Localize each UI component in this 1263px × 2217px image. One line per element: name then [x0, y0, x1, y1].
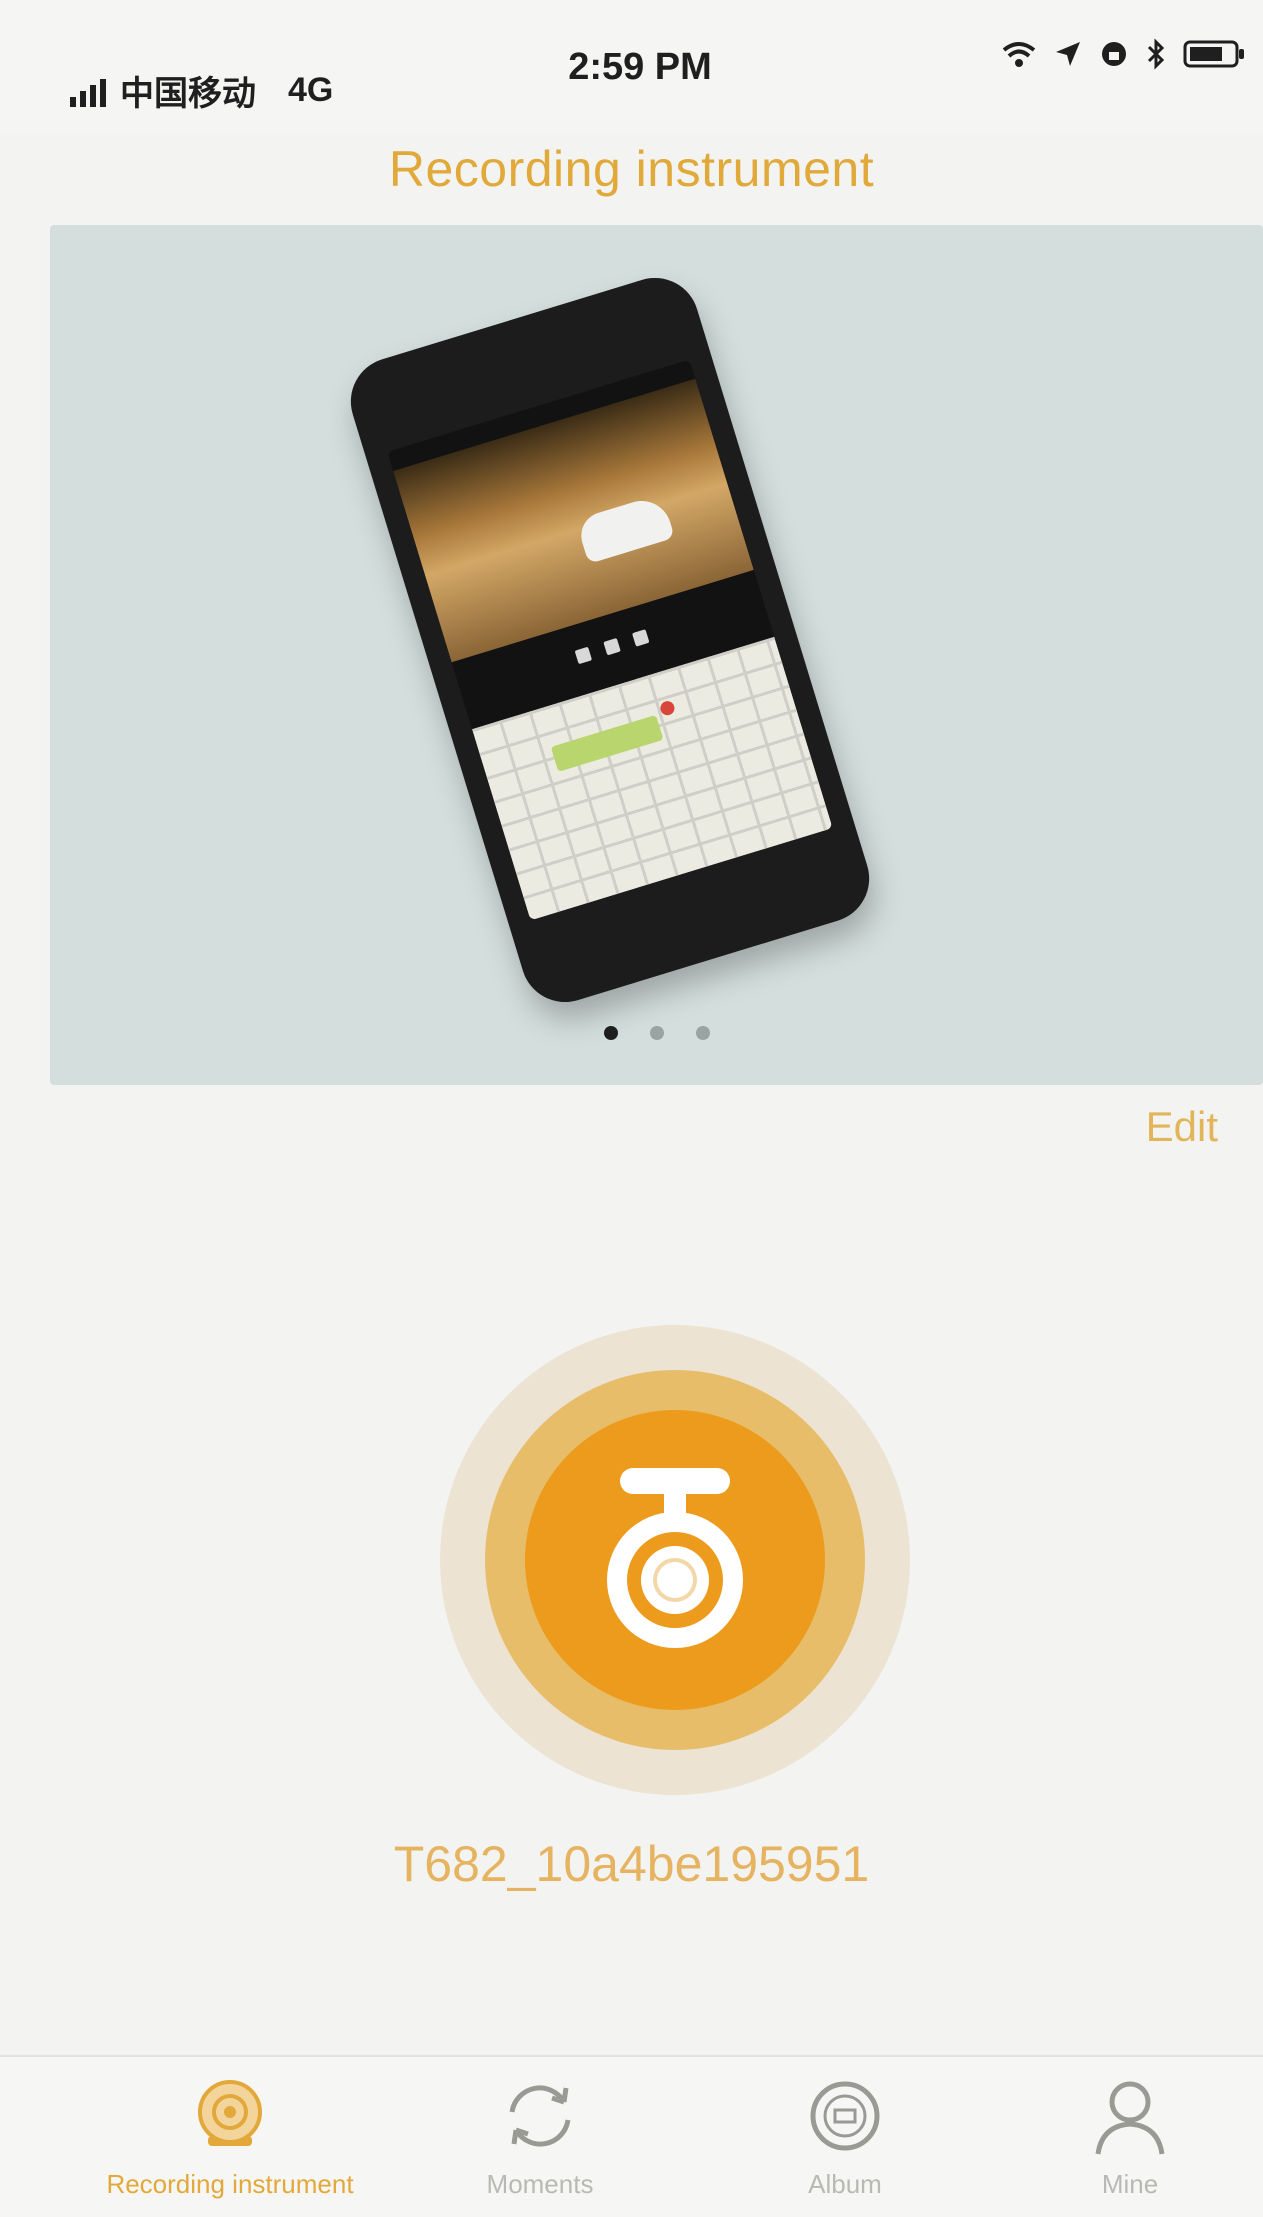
- carousel-dot-1[interactable]: [603, 1026, 618, 1040]
- wifi-icon: [1002, 42, 1036, 67]
- location-arrow-icon: [1056, 42, 1080, 66]
- device-button[interactable]: [440, 1325, 910, 1795]
- battery-icon: [1183, 40, 1244, 68]
- tab-label: Mine: [1101, 2169, 1159, 2199]
- page-title: Recording instrument: [388, 141, 875, 197]
- status-left: 中国移动 4G: [70, 66, 333, 115]
- status-bar: 中国移动 4G 2:59 PM: [0, 0, 1263, 135]
- bluetooth-icon: [1147, 38, 1165, 70]
- network-type: 4G: [288, 71, 334, 109]
- device-ring-middle: [485, 1370, 865, 1750]
- carousel-dot-2[interactable]: [649, 1026, 664, 1040]
- person-icon: [1095, 2081, 1165, 2155]
- phone-screen: [387, 359, 833, 921]
- status-right: [1001, 38, 1247, 70]
- lock-rotation-icon: [1102, 42, 1126, 66]
- edit-button[interactable]: Edit: [1146, 1103, 1218, 1151]
- tab-label: Moments: [486, 2169, 594, 2199]
- tab-album[interactable]: Album: [715, 2057, 975, 2217]
- banner-phone-image: [339, 267, 881, 1013]
- carrier-name: 中国移动: [120, 75, 256, 113]
- device-name[interactable]: T682_10a4be195951: [0, 1835, 1263, 1893]
- tab-moments[interactable]: Moments: [410, 2057, 670, 2217]
- device-ring-inner: [525, 1410, 825, 1710]
- tab-recording-instrument[interactable]: Recording instrument: [70, 2057, 390, 2217]
- bottom-tab-bar: Recording instrument Moments Album Mine: [0, 2055, 1263, 2217]
- carousel-indicator[interactable]: [50, 1026, 1263, 1040]
- album-icon: [810, 2081, 880, 2151]
- tab-label: Recording instrument: [106, 2169, 354, 2199]
- dashcam-icon: [198, 2080, 262, 2146]
- tab-label: Album: [808, 2169, 882, 2199]
- tab-mine[interactable]: Mine: [1030, 2057, 1230, 2217]
- refresh-cycle-icon: [509, 2085, 571, 2147]
- status-time: 2:59 PM: [568, 46, 712, 88]
- dashcam-icon: [607, 1468, 743, 1648]
- signal-strength-icon: [70, 75, 106, 107]
- promo-banner-carousel[interactable]: [50, 225, 1263, 1085]
- carousel-dot-3[interactable]: [695, 1026, 710, 1040]
